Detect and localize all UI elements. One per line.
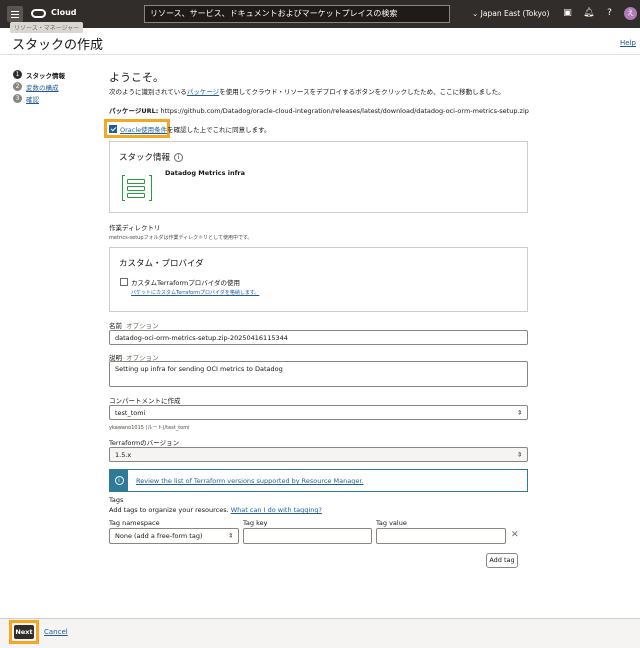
- user-avatar[interactable]: え: [624, 7, 637, 20]
- region-selector[interactable]: ⌄ Japan East (Tokyo): [472, 9, 549, 18]
- select-chevron-icon: ⇕: [516, 451, 522, 458]
- terms-checkbox[interactable]: [109, 125, 117, 133]
- tag-value-label: Tag value: [376, 519, 407, 527]
- step-number: 1: [13, 70, 22, 79]
- hamburger-menu-icon[interactable]: [7, 6, 23, 22]
- optional-tag: オプション: [126, 322, 159, 330]
- global-search-input[interactable]: リソース、サービス、ドキュメントおよびマーケットプレイスの検索: [144, 5, 450, 23]
- package-url-line: パッケージURL: https://github.com/Datadog/ora…: [109, 105, 529, 115]
- cancel-link[interactable]: Cancel: [44, 628, 68, 636]
- top-navigation-bar: Cloud リソース、サービス、ドキュメントおよびマーケットプレイスの検索 ⌄ …: [0, 0, 640, 28]
- custom-provider-title: カスタム・プロバイダ: [119, 259, 204, 269]
- terraform-version-label: Terraformのバージョン: [109, 439, 180, 447]
- compartment-label: コンパートメントに作成: [109, 397, 181, 405]
- stack-info-title: スタック情報 i: [119, 151, 184, 163]
- step-configure-variables[interactable]: 2 変数の構成: [13, 81, 65, 92]
- compartment-select[interactable]: test_tomi ⇕: [109, 405, 528, 420]
- step-number: 2: [13, 82, 22, 91]
- custom-provider-link[interactable]: バケットにカスタムTerraformプロバイダを格納します。: [131, 289, 259, 296]
- step-label: スタック情報: [26, 71, 65, 80]
- tagging-help-link[interactable]: What can I do with tagging?: [231, 506, 322, 514]
- workdir-label: 作業ディレクトリ: [109, 224, 161, 232]
- custom-provider-checkbox[interactable]: [120, 278, 128, 286]
- notifications-bell-icon[interactable]: 🔔︎: [583, 8, 594, 19]
- custom-provider-option: カスタムTerraformプロバイダの使用: [120, 277, 240, 287]
- stack-info-title-text: スタック情報: [119, 153, 171, 163]
- package-link[interactable]: パッケージ: [187, 88, 219, 96]
- wizard-footer: [0, 618, 640, 648]
- compartment-path: ykawano1015 (ルート)/test_tomi: [109, 425, 190, 431]
- intro-text: を使用してクラウド・リソースをデプロイするボタンをクリックしたため、ここに移動し…: [219, 88, 505, 96]
- header-divider: [0, 54, 640, 55]
- description-textarea[interactable]: Setting up infra for sending OCI metrics…: [109, 361, 528, 387]
- custom-provider-checkbox-label: カスタムTerraformプロバイダの使用: [131, 279, 240, 287]
- oracle-logo-icon[interactable]: [31, 9, 46, 18]
- terraform-version-value: 1.5.x: [115, 450, 132, 459]
- name-label: 名前 オプション: [109, 320, 159, 330]
- tag-namespace-select[interactable]: None (add a free-form tag) ⇕: [109, 528, 239, 544]
- chevron-down-icon: ⌄: [472, 9, 481, 18]
- name-input[interactable]: datadog-oci-orm-metrics-setup.zip-202504…: [109, 330, 528, 345]
- wizard-steps: 1 スタック情報 2 変数の構成 3 確認: [13, 69, 65, 105]
- terraform-version-select[interactable]: 1.5.x ⇕: [109, 447, 528, 462]
- help-link[interactable]: Help: [620, 39, 636, 47]
- welcome-intro: 次のように識別されているパッケージを使用してクラウド・リソースをデプロイするボタ…: [109, 86, 505, 96]
- tag-key-label: Tag key: [243, 519, 268, 527]
- step-stack-info[interactable]: 1 スタック情報: [13, 69, 65, 80]
- cloud-shell-icon[interactable]: ▣: [562, 8, 573, 19]
- tags-desc-text: Add tags to organize your resources.: [109, 506, 229, 514]
- step-label: 変数の構成: [26, 83, 59, 92]
- compartment-value: test_tomi: [115, 408, 146, 417]
- step-label: 確認: [26, 95, 39, 104]
- brand-label[interactable]: Cloud: [51, 8, 77, 17]
- add-tag-button[interactable]: Add tag: [486, 553, 518, 568]
- welcome-heading: ようこそ。: [109, 71, 164, 84]
- workdir-desc: metrics-setupフォルダは作業ディレクトリとして使用中です。: [109, 235, 253, 241]
- tags-description: Add tags to organize your resources. Wha…: [109, 506, 322, 514]
- terraform-versions-link[interactable]: Review the list of Terraform versions su…: [136, 477, 364, 485]
- select-chevron-icon: ⇕: [227, 532, 233, 540]
- tag-namespace-value: None (add a free-form tag): [115, 532, 203, 540]
- stack-name: Datadog Metrics infra: [165, 169, 245, 177]
- select-chevron-icon: ⇕: [516, 409, 522, 416]
- help-question-icon[interactable]: ?: [604, 8, 615, 19]
- tag-key-input[interactable]: [243, 528, 372, 544]
- breadcrumb-tooltip: リソース・マネージャー: [10, 22, 84, 33]
- tag-value-input[interactable]: [376, 528, 506, 544]
- terraform-versions-notice: i Review the list of Terraform versions …: [109, 469, 528, 492]
- consent-text: を確認した上でこれに同意します。: [167, 126, 271, 134]
- package-url-label: パッケージURL:: [109, 107, 159, 115]
- package-url-value: https://github.com/Datadog/oracle-cloud-…: [160, 107, 529, 115]
- oracle-terms-link[interactable]: Oracle使用条件: [120, 124, 167, 134]
- region-label: Japan East (Tokyo): [480, 9, 550, 18]
- tag-namespace-label: Tag namespace: [109, 519, 160, 527]
- step-number: 3: [13, 94, 22, 103]
- notice-side: i: [110, 470, 128, 491]
- remove-tag-close-icon[interactable]: ✕: [511, 530, 519, 540]
- tags-heading: Tags: [109, 496, 124, 504]
- terms-consent: Oracle使用条件 を確認した上でこれに同意します。: [109, 124, 271, 134]
- intro-text: 次のように識別されている: [109, 88, 187, 96]
- name-label-text: 名前: [109, 322, 122, 330]
- step-review[interactable]: 3 確認: [13, 93, 65, 104]
- info-icon: i: [114, 476, 124, 485]
- stack-package-icon: [122, 175, 152, 201]
- info-icon[interactable]: i: [174, 153, 184, 162]
- page-title: スタックの作成: [12, 38, 104, 53]
- next-button[interactable]: Next: [14, 625, 34, 639]
